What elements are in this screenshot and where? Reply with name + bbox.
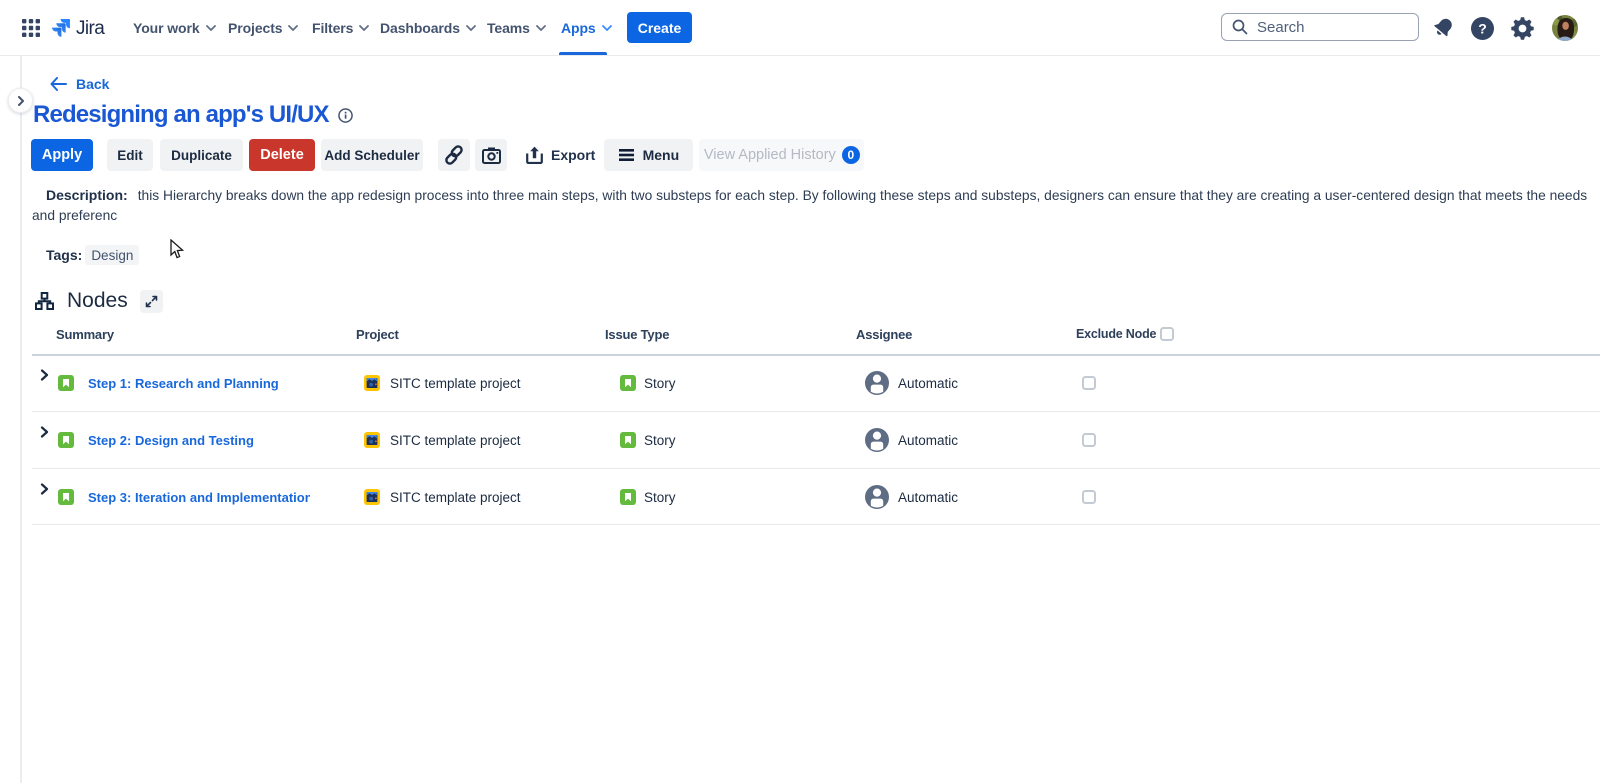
svg-text:?: ?: [1478, 21, 1487, 37]
